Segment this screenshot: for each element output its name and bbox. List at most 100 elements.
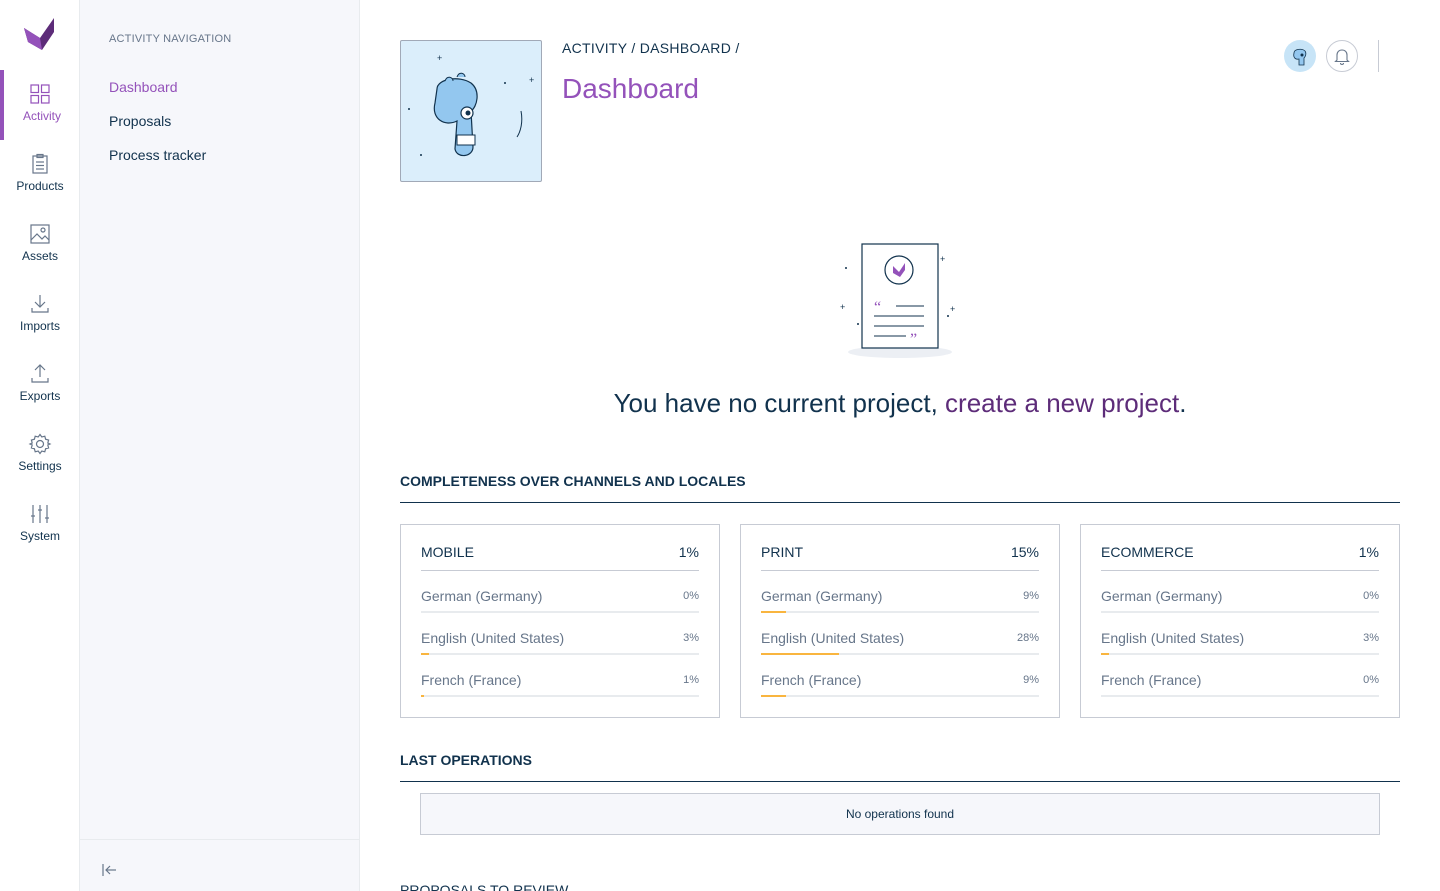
completeness-progress-track (421, 695, 699, 697)
locale-row: French (France) 1% (421, 655, 699, 697)
locale-row: French (France) 9% (761, 655, 1039, 697)
locale-percent: 3% (1363, 632, 1379, 644)
nav-item-activity[interactable]: Activity (0, 70, 80, 140)
locale-row: German (Germany) 0% (421, 571, 699, 613)
channel-card-print: Print 15% German (Germany) 9% English (Unite… (740, 524, 1060, 718)
channel-total-percent: 1% (1358, 543, 1379, 560)
channel-total-percent: 1% (678, 543, 699, 560)
main-navigation: Activity Products Assets Imports Exports (0, 0, 80, 891)
sub-nav-title: Activity navigation (109, 33, 232, 45)
dashboard-illustration: + + (400, 40, 542, 182)
locale-name: French (France) (761, 672, 862, 688)
empty-project-illustration: + + + “ ” (840, 243, 955, 358)
sub-nav-footer (80, 839, 360, 891)
sub-nav-item-proposals[interactable]: Proposals (109, 113, 171, 129)
channel-total-percent: 15% (1010, 543, 1039, 560)
breadcrumb: Activity / Dashboard / (562, 40, 740, 56)
create-project-link[interactable]: create a new project (945, 388, 1179, 418)
locale-percent: 3% (683, 632, 699, 644)
akeneo-logo[interactable] (20, 14, 60, 54)
locale-name: English (United States) (421, 630, 565, 646)
nav-label-imports: Imports (19, 319, 60, 333)
breadcrumb-separator: / (627, 40, 640, 56)
locale-row: English (United States) 3% (1101, 613, 1379, 655)
nav-item-settings[interactable]: Settings (0, 420, 80, 490)
nav-label-products: Products (16, 179, 64, 193)
locale-name: French (France) (421, 672, 522, 688)
empty-project-message: You have no current project, create a ne… (400, 388, 1400, 419)
locale-name: German (Germany) (1101, 588, 1223, 604)
breadcrumb-separator: / (731, 40, 740, 56)
svg-text:+: + (950, 304, 955, 314)
locale-percent: 9% (1023, 674, 1039, 686)
nav-label-system: System (19, 529, 60, 543)
channel-card-ecommerce: Ecommerce 1% German (Germany) 0% English (Un… (1080, 524, 1400, 718)
completeness-progress-fill (421, 695, 424, 697)
locale-percent: 0% (1363, 674, 1379, 686)
user-avatar[interactable] (1284, 40, 1316, 72)
svg-text:+: + (529, 75, 534, 85)
exports-icon (31, 364, 49, 383)
no-operations-message: No operations found (420, 793, 1380, 835)
header-divider (1378, 40, 1379, 72)
svg-text:”: ” (910, 331, 917, 348)
nav-item-assets[interactable]: Assets (0, 210, 80, 280)
settings-icon (28, 433, 52, 455)
locale-row: German (Germany) 9% (761, 571, 1039, 613)
channel-card-header: Print 15% (761, 525, 1039, 571)
collapse-left-icon[interactable] (101, 862, 117, 878)
main-content: + + Activity / Dashboard / Dashboard + (360, 0, 1440, 891)
nav-item-products[interactable]: Products (0, 140, 80, 210)
channel-name: Print (761, 543, 803, 560)
locale-name: French (France) (1101, 672, 1202, 688)
completeness-progress-fill (761, 695, 787, 697)
completeness-progress-track (1101, 695, 1379, 697)
empty-project-text: You have no current project, (613, 388, 946, 418)
locale-row: French (France) 0% (1101, 655, 1379, 697)
nav-item-exports[interactable]: Exports (0, 350, 80, 420)
system-icon (31, 505, 49, 523)
completeness-section-title: Completeness over channels and locales (400, 473, 1400, 503)
channel-card-header: Mobile 1% (421, 525, 699, 571)
empty-project-suffix: . (1179, 388, 1187, 418)
nav-label-settings: Settings (18, 459, 62, 473)
locale-row: German (Germany) 0% (1101, 571, 1379, 613)
mascot-illustration: + + (408, 53, 534, 157)
notifications-button[interactable] (1326, 40, 1358, 72)
imports-icon (31, 295, 49, 313)
products-icon (32, 153, 48, 174)
last-operations-title: Last operations (400, 752, 1400, 782)
breadcrumb-activity[interactable]: Activity (562, 40, 627, 56)
activity-icon (30, 84, 50, 104)
completeness-progress-track (761, 695, 1039, 697)
avatar-mascot-icon (1293, 48, 1307, 66)
locale-name: English (United States) (761, 630, 905, 646)
activity-navigation-panel: Activity navigation Dashboard Proposals … (80, 0, 360, 891)
channel-name: Mobile (421, 543, 474, 560)
breadcrumb-dashboard[interactable]: Dashboard (640, 40, 731, 56)
sub-nav-item-dashboard[interactable]: Dashboard (109, 79, 178, 95)
locale-name: German (Germany) (761, 588, 883, 604)
locale-percent: 1% (683, 674, 699, 686)
nav-item-system[interactable]: System (0, 490, 80, 560)
nav-item-imports[interactable]: Imports (0, 280, 80, 350)
svg-text:+: + (840, 302, 845, 312)
locale-name: German (Germany) (421, 588, 543, 604)
nav-label-activity: Activity (22, 109, 61, 123)
locale-percent: 9% (1023, 590, 1039, 602)
sub-nav-item-process-tracker[interactable]: Process tracker (109, 147, 206, 163)
nav-label-assets: Assets (21, 249, 58, 263)
svg-text:“: “ (874, 299, 881, 316)
bell-icon (1334, 49, 1350, 66)
proposals-to-review-title: Proposals to review (400, 882, 569, 891)
locale-percent: 0% (683, 590, 699, 602)
locale-name: English (United States) (1101, 630, 1245, 646)
locale-row: English (United States) 28% (761, 613, 1039, 655)
channel-card-header: Ecommerce 1% (1101, 525, 1379, 571)
svg-text:+: + (437, 53, 442, 63)
assets-icon (30, 224, 50, 244)
page-title: Dashboard (562, 73, 699, 104)
locale-row: English (United States) 3% (421, 613, 699, 655)
nav-label-exports: Exports (19, 389, 61, 403)
channel-name: Ecommerce (1101, 543, 1194, 560)
